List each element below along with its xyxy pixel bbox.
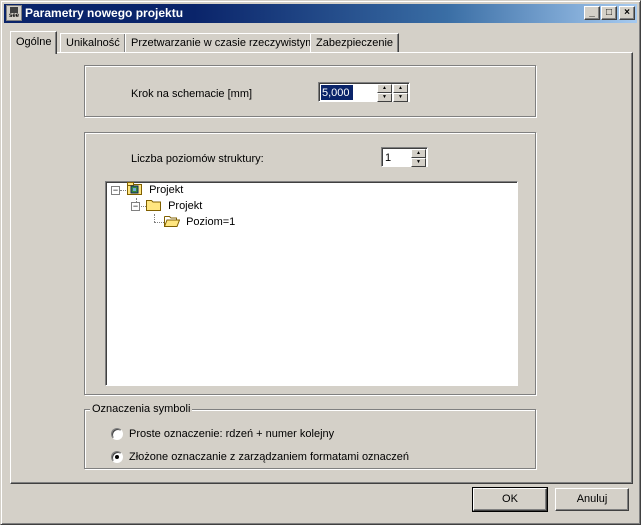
tree-item-label: Poziom=1 <box>186 216 236 228</box>
levels-input[interactable] <box>384 150 410 165</box>
maximize-button[interactable]: □ <box>601 6 617 20</box>
levels-up-button[interactable]: ▲ <box>411 149 426 158</box>
dialog-window: see Parametry nowego projektu _ □ × Ogól… <box>0 0 641 525</box>
minimize-button[interactable]: _ <box>584 6 600 20</box>
tab-zabezpieczenie[interactable]: Zabezpieczenie <box>310 33 400 53</box>
levels-down-button[interactable]: ▼ <box>411 158 426 167</box>
tree-item-label: Projekt <box>149 184 184 196</box>
grid-step-down-button[interactable]: ▼ <box>377 93 392 102</box>
structure-tree[interactable]: − Projekt − Projekt Poziom=1 <box>105 181 518 386</box>
tree-collapse-toggle[interactable]: − <box>111 186 120 195</box>
tab-ogolne[interactable]: Ogólne <box>10 31 58 54</box>
ok-button[interactable]: OK <box>472 487 548 512</box>
complex-designation-label[interactable]: Złożone oznaczanie z zarządzaniem format… <box>129 451 409 463</box>
title-bar[interactable]: see Parametry nowego projektu _ □ × <box>4 4 637 23</box>
grid-step-up-button[interactable]: ▲ <box>377 84 392 93</box>
cancel-button[interactable]: Anuluj <box>555 488 629 511</box>
tree-item-project-root[interactable]: Projekt <box>127 182 183 198</box>
project-root-icon <box>127 182 142 195</box>
open-folder-icon <box>163 216 181 227</box>
levels-label: Liczba poziomów struktury: <box>131 153 264 165</box>
symbols-legend: Oznaczenia symboli <box>90 403 193 415</box>
folder-icon <box>146 200 161 211</box>
complex-designation-radio[interactable] <box>111 451 123 463</box>
simple-designation-label[interactable]: Proste oznaczenie: rdzeń + numer kolejny <box>129 428 334 440</box>
grid-step-fine-down-button[interactable]: ▼ <box>393 93 408 102</box>
simple-designation-radio[interactable] <box>111 428 123 440</box>
tree-item-level[interactable]: Poziom=1 <box>163 214 236 230</box>
app-icon: see <box>6 5 22 21</box>
tab-przetwarzanie[interactable]: Przetwarzanie w czasie rzeczywistym <box>125 33 321 53</box>
grid-step-input[interactable] <box>321 85 353 100</box>
window-title: Parametry nowego projektu <box>25 6 184 20</box>
tree-item-project[interactable]: Projekt <box>146 198 202 214</box>
tree-item-label: Projekt <box>168 200 203 212</box>
tree-collapse-toggle[interactable]: − <box>131 202 140 211</box>
radio-selected-dot <box>115 455 119 459</box>
grid-step-label: Krok na schemacie [mm] <box>131 88 253 100</box>
grid-step-fine-up-button[interactable]: ▲ <box>393 84 408 93</box>
close-button[interactable]: × <box>619 6 635 20</box>
tab-unikalnosc[interactable]: Unikalność <box>60 33 126 53</box>
